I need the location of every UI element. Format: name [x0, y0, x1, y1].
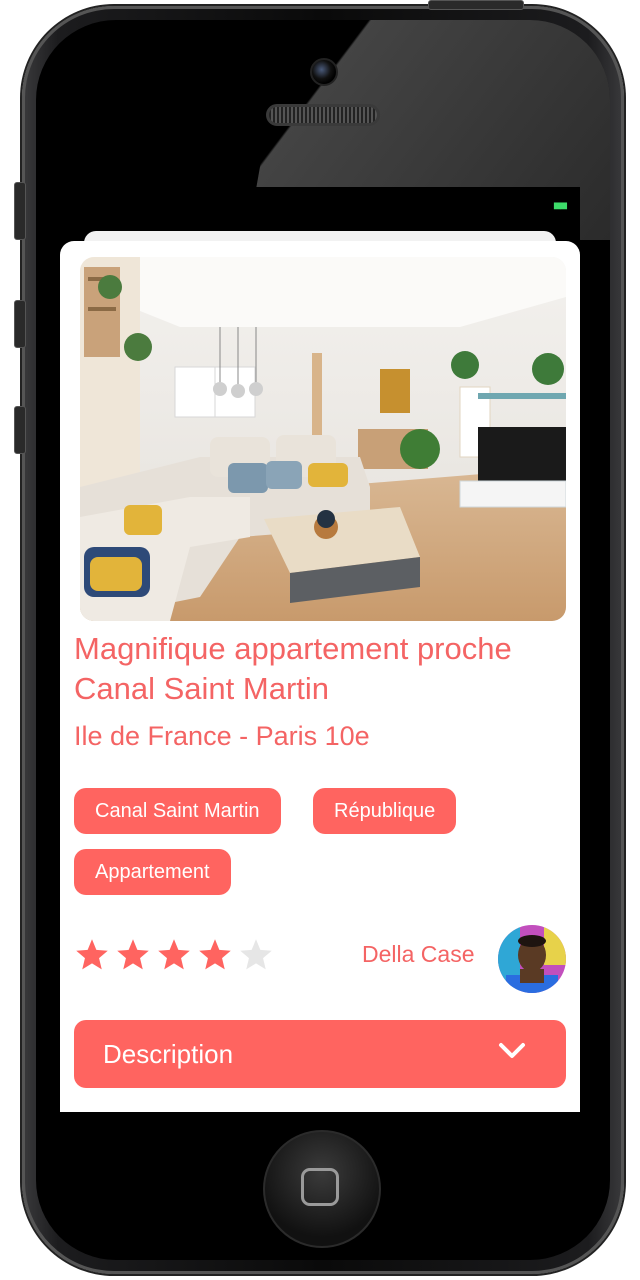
volume-down-button [14, 406, 26, 454]
star-filled-icon[interactable] [156, 937, 192, 973]
listing-location: Ile de France - Paris 10e [74, 721, 370, 751]
fullscreen-icon[interactable]: ■■ [553, 197, 568, 213]
star-filled-icon[interactable] [115, 937, 151, 973]
living-room-photo[interactable] [80, 257, 566, 621]
speaker-grille [266, 104, 380, 126]
tag-appartement[interactable]: Appartement [74, 849, 231, 895]
mute-switch [14, 182, 26, 240]
tag-republique[interactable]: République [313, 788, 457, 834]
front-camera-icon [310, 58, 338, 86]
power-button [428, 0, 524, 10]
tag-canal-saint-martin[interactable]: Canal Saint Martin [74, 788, 281, 834]
listing-card[interactable]: Magnifique appartement proche Canal Sain… [60, 241, 580, 1112]
host-name[interactable]: Della Case [362, 941, 475, 968]
host-avatar[interactable] [498, 925, 566, 993]
description-label: Description [103, 1039, 234, 1069]
living-room-illustration [80, 257, 566, 621]
star-filled-icon[interactable] [74, 937, 110, 973]
avatar-illustration [498, 925, 566, 993]
volume-up-button [14, 300, 26, 348]
chevron-down-icon [499, 1043, 525, 1058]
home-button[interactable] [263, 1130, 381, 1248]
rating-stars [74, 937, 279, 977]
star-empty-icon[interactable] [238, 937, 274, 973]
description-toggle[interactable]: Description [74, 1020, 566, 1088]
star-filled-icon[interactable] [197, 937, 233, 973]
home-square-icon [301, 1168, 339, 1206]
screen: ■■ Magnifique appartement proche Canal S… [60, 187, 580, 1112]
listing-title: Magnifique appartement proche Canal Sain… [74, 631, 512, 706]
